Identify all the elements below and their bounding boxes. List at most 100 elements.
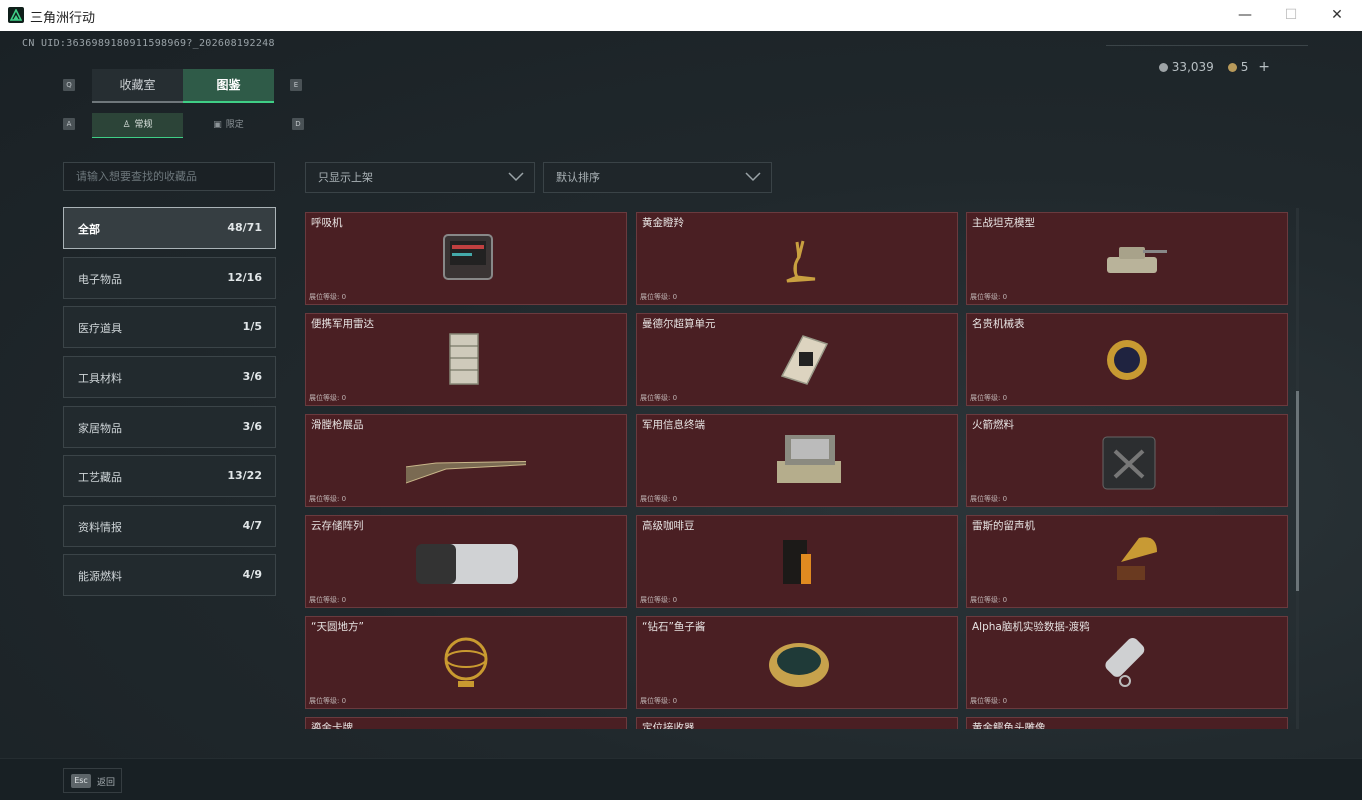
game-screen: CN UID:3636989180911598969?_202608192248… — [0, 31, 1362, 800]
item-display-level: 展位等级: 0 — [970, 394, 1008, 402]
shelf-filter-dropdown[interactable]: 只显示上架 — [305, 162, 535, 193]
item-name: 军用信息终端 — [642, 419, 705, 431]
item-name: 便携军用雷达 — [311, 318, 374, 330]
gramophone-icon — [1117, 537, 1157, 580]
subtab-limited[interactable]: ▣ 限定 — [183, 113, 274, 137]
collection-item-card[interactable]: 高级咖啡豆展位等级: 0 — [636, 515, 958, 608]
collection-item-card[interactable]: 军用信息终端展位等级: 0 — [636, 414, 958, 507]
key-hint-q: Q — [63, 79, 75, 91]
window-title: 三角洲行动 — [30, 11, 96, 26]
player-uid: CN UID:3636989180911598969?_202608192248 — [22, 38, 275, 49]
silver-amount: 33,039 — [1171, 60, 1214, 74]
item-name: 名贵机械表 — [972, 318, 1025, 330]
sort-dropdown[interactable]: 默认排序 — [543, 162, 772, 193]
item-display-level: 展位等级: 0 — [640, 596, 678, 604]
category-energy[interactable]: 能源燃料 4/9 — [63, 554, 276, 596]
category-count: 4/7 — [242, 519, 262, 532]
category-label: 全部 — [78, 223, 100, 236]
category-count: 48/71 — [227, 221, 262, 234]
collection-item-card[interactable]: 曼德尔超算单元展位等级: 0 — [636, 313, 958, 406]
collection-item-card[interactable]: 主战坦克模型 展位等级: 0 — [966, 212, 1288, 305]
top-divider — [1106, 45, 1308, 46]
back-button[interactable]: Esc 返回 — [63, 768, 122, 793]
collection-item-card[interactable]: “天圆地方” 展位等级: 0 — [305, 616, 627, 709]
collection-item-card[interactable]: 黄金瞪羚 展位等级: 0 — [636, 212, 958, 305]
esc-key-hint: Esc — [71, 774, 91, 788]
item-display-level: 展位等级: 0 — [970, 697, 1008, 705]
collection-grid: 呼吸机 展位等级: 0 黄金瞪羚 展位等级: 0 主战坦克模型 展位等级: 0 便携军用雷达… — [305, 212, 1289, 729]
back-label: 返回 — [97, 778, 116, 788]
subtab-regular[interactable]: ♙ 常规 — [92, 113, 183, 138]
chevron-down-icon — [745, 172, 761, 182]
scrollbar-thumb[interactable] — [1296, 391, 1299, 591]
item-name: 云存储阵列 — [311, 520, 364, 532]
sort-value: 默认排序 — [556, 171, 600, 184]
key-hint-a: A — [63, 118, 75, 130]
maximize-button[interactable]: ☐ — [1268, 0, 1314, 31]
category-label: 工艺藏品 — [78, 471, 122, 484]
tab-catalog[interactable]: 图鉴 — [183, 69, 274, 103]
category-household[interactable]: 家居物品 3/6 — [63, 406, 276, 448]
silver-coin-icon — [1158, 63, 1168, 72]
musket-icon — [406, 460, 526, 484]
chevron-down-icon — [508, 172, 524, 182]
search-input[interactable]: 请输入想要查找的收藏品 — [63, 162, 275, 191]
item-display-level: 展位等级: 0 — [970, 293, 1008, 301]
category-all[interactable]: 全部 48/71 — [63, 207, 276, 249]
collection-item-card[interactable]: 黄金鳄鱼头雕像 — [966, 717, 1288, 729]
item-display-level: 展位等级: 0 — [309, 697, 347, 705]
item-name: 呼吸机 — [311, 217, 343, 229]
item-name: 曼德尔超算单元 — [642, 318, 716, 330]
item-display-level: 展位等级: 0 — [640, 394, 678, 402]
category-count: 1/5 — [242, 320, 262, 333]
collection-item-card[interactable]: “钻石”鱼子酱 展位等级: 0 — [636, 616, 958, 709]
category-tools[interactable]: 工具材料 3/6 — [63, 356, 276, 398]
item-display-level: 展位等级: 0 — [309, 495, 347, 503]
storage-array-icon — [416, 544, 518, 584]
tab-collection-room[interactable]: 收藏室 — [92, 69, 183, 103]
silver-currency: 33,039 — [1158, 60, 1214, 74]
item-display-level: 展位等级: 0 — [640, 495, 678, 503]
category-label: 工具材料 — [78, 372, 122, 385]
category-crafts[interactable]: 工艺藏品 13/22 — [63, 455, 276, 497]
category-count: 4/9 — [242, 568, 262, 581]
radar-icon — [449, 333, 479, 385]
collection-item-card[interactable]: Alpha脑机实验数据-渡鸦 展位等级: 0 — [966, 616, 1288, 709]
category-electronics[interactable]: 电子物品 12/16 — [63, 257, 276, 299]
subtab-limited-label: 限定 — [225, 120, 244, 130]
close-button[interactable]: ✕ — [1314, 0, 1360, 31]
gold-amount: 5 — [1240, 60, 1249, 74]
add-currency-button[interactable]: + — [1258, 59, 1270, 75]
collection-item-card[interactable]: 滑膛枪展品展位等级: 0 — [305, 414, 627, 507]
subtab-regular-label: 常规 — [134, 120, 153, 130]
collection-item-card[interactable]: 雷斯的留声机 展位等级: 0 — [966, 515, 1288, 608]
item-name: 滑膛枪展品 — [311, 419, 364, 431]
item-name: 黄金瞪羚 — [642, 217, 684, 229]
category-count: 3/6 — [242, 420, 262, 433]
category-intel[interactable]: 资料情报 4/7 — [63, 505, 276, 547]
collection-item-card[interactable]: 火箭燃料展位等级: 0 — [966, 414, 1288, 507]
currency-bar: 33,039 5 + — [1158, 59, 1270, 75]
item-display-level: 展位等级: 0 — [640, 697, 678, 705]
collection-item-card[interactable]: 定位接收器 — [636, 717, 958, 729]
item-name: 火箭燃料 — [972, 419, 1014, 431]
collection-item-card[interactable]: 鎏金卡牌 — [305, 717, 627, 729]
image-icon: ▣ — [213, 120, 222, 130]
golden-gazelle-icon — [786, 240, 816, 283]
collection-item-card[interactable]: 便携军用雷达 展位等级: 0 — [305, 313, 627, 406]
item-name: 高级咖啡豆 — [642, 520, 695, 532]
collection-item-card[interactable]: 云存储阵列 展位等级: 0 — [305, 515, 627, 608]
category-label: 家居物品 — [78, 422, 122, 435]
collection-item-card[interactable]: 呼吸机 展位等级: 0 — [305, 212, 627, 305]
collection-item-card[interactable]: 名贵机械表展位等级: 0 — [966, 313, 1288, 406]
minimize-button[interactable]: — — [1222, 0, 1268, 31]
item-name: “天圆地方” — [311, 621, 364, 633]
item-name: 雷斯的留声机 — [972, 520, 1035, 532]
key-hint-d: D — [292, 118, 304, 130]
gold-currency: 5 + — [1227, 59, 1270, 75]
category-label: 资料情报 — [78, 521, 122, 534]
category-medical[interactable]: 医疗道具 1/5 — [63, 306, 276, 348]
item-display-level: 展位等级: 0 — [970, 495, 1008, 503]
category-label: 电子物品 — [78, 273, 122, 286]
flask-icon: ♙ — [122, 120, 131, 130]
